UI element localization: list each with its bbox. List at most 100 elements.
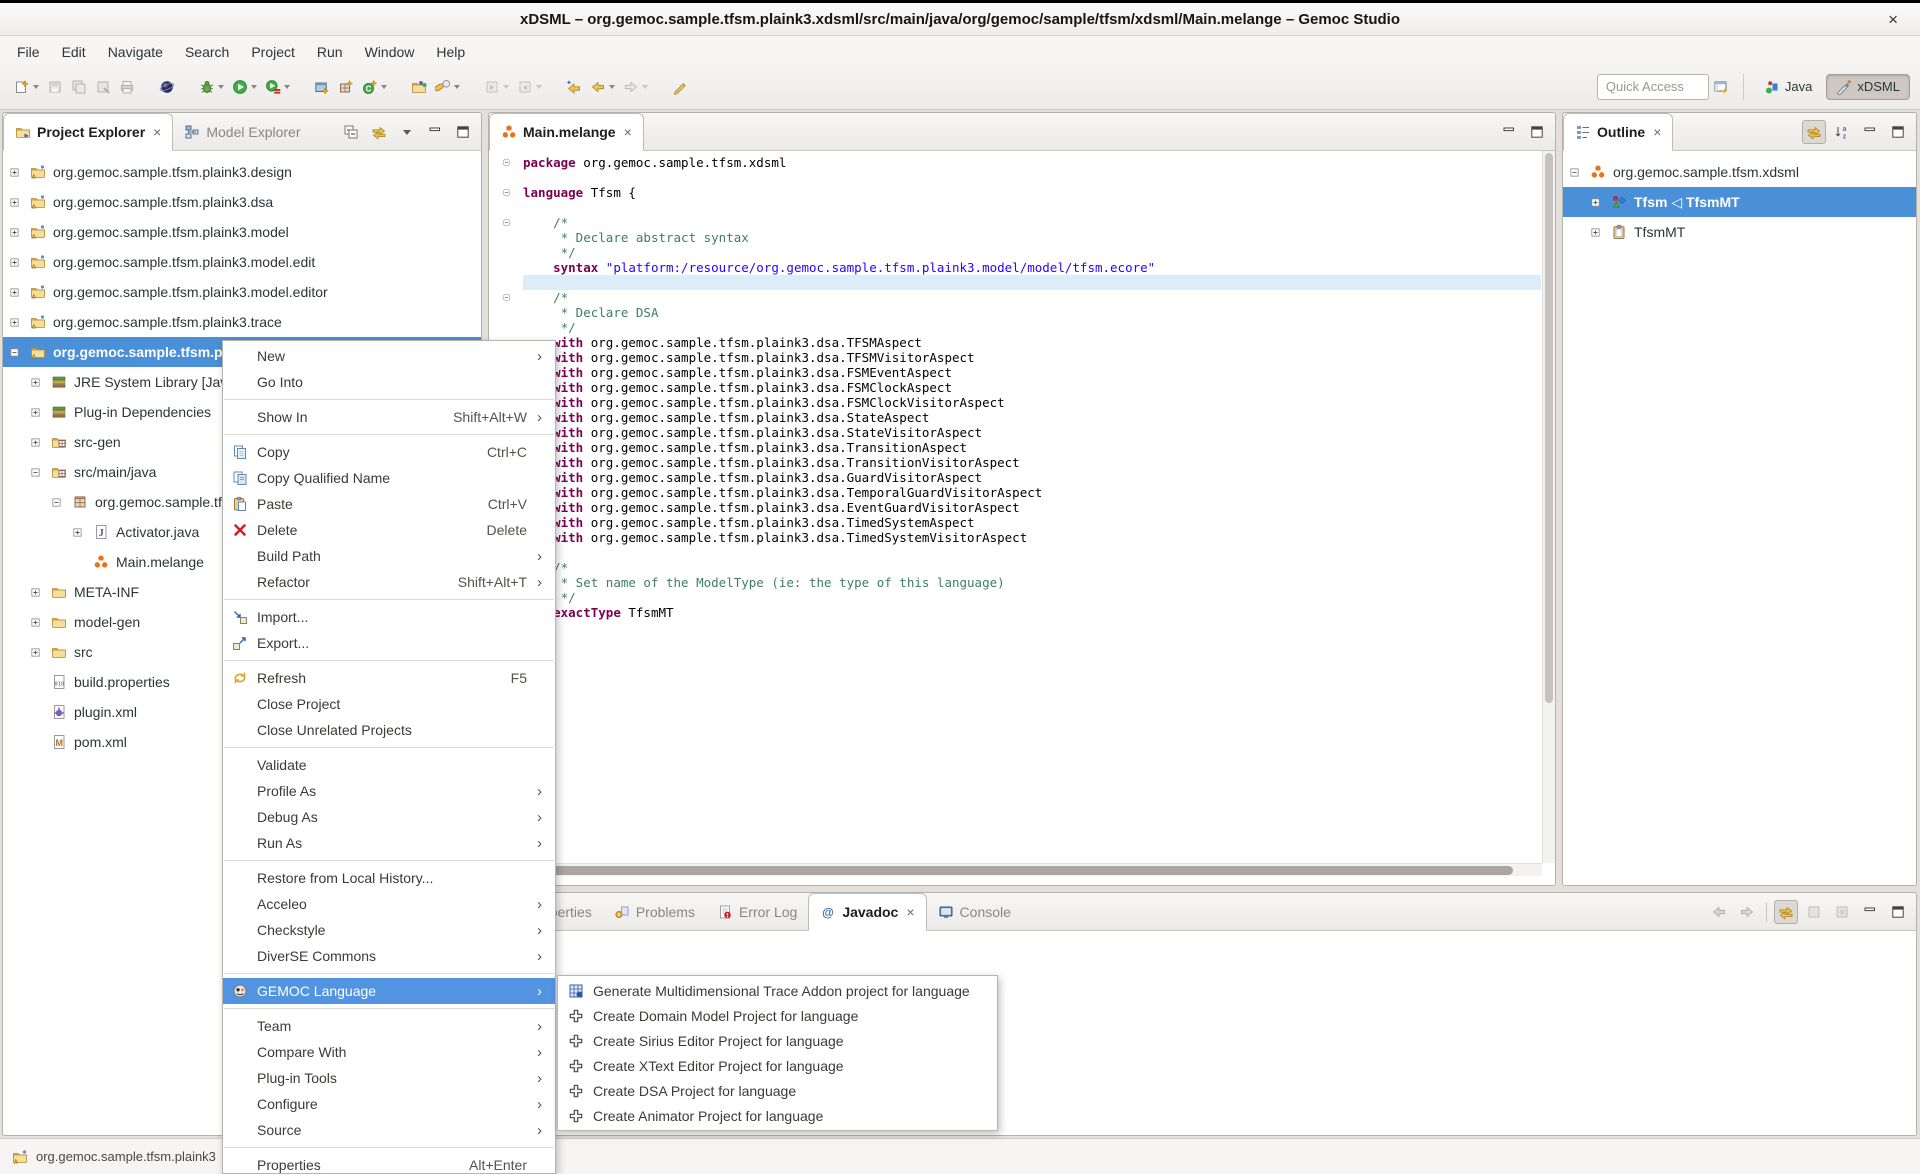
new-project-button[interactable]: [310, 72, 334, 102]
code-line-28[interactable]: /*: [489, 560, 1541, 575]
code-line-29[interactable]: * Set name of the ModelType (ie: the typ…: [489, 575, 1541, 590]
expander-plus-icon[interactable]: [9, 196, 26, 209]
context-menu-item-delete[interactable]: DeleteDelete: [223, 517, 555, 543]
perspective-button-java[interactable]: Java: [1754, 74, 1822, 100]
context-menu-item-close-project[interactable]: Close Project: [223, 691, 555, 717]
run-history-dropdown-chevron[interactable]: [284, 85, 290, 89]
new-wizard-button[interactable]: [10, 72, 43, 102]
fold-collapse-icon[interactable]: [489, 187, 523, 198]
context-menu-item-profile-as[interactable]: Profile As›: [223, 778, 555, 804]
outline-tab-outline[interactable]: Outline×: [1563, 113, 1673, 151]
code-line-5[interactable]: /*: [489, 215, 1541, 230]
menubar-item-search[interactable]: Search: [174, 41, 240, 63]
code-line-14[interactable]: with org.gemoc.sample.tfsm.plaink3.dsa.T…: [489, 350, 1541, 365]
submenu-item-create-sirius-editor-project-for-language[interactable]: Create Sirius Editor Project for languag…: [558, 1028, 997, 1053]
context-menu-item-refresh[interactable]: RefreshF5: [223, 665, 555, 691]
quick-access-input[interactable]: [1597, 74, 1709, 100]
back-button[interactable]: [586, 72, 619, 102]
code-line-30[interactable]: */: [489, 590, 1541, 605]
code-line-22[interactable]: with org.gemoc.sample.tfsm.plaink3.dsa.G…: [489, 470, 1541, 485]
tab-close-icon[interactable]: ×: [624, 124, 632, 140]
last-edit-location-button[interactable]: [562, 72, 586, 102]
back-dropdown-chevron[interactable]: [609, 85, 615, 89]
context-menu-item-build-path[interactable]: Build Path›: [223, 543, 555, 569]
view-tab-console[interactable]: Console: [927, 893, 1022, 930]
project-item-org-gemoc-sample-tfsm-plaink3-model-editor[interactable]: org.gemoc.sample.tfsm.plaink3.model.edit…: [3, 277, 481, 307]
context-menu-item-configure[interactable]: Configure›: [223, 1091, 555, 1117]
maximize-button[interactable]: [1525, 120, 1549, 144]
code-line-25[interactable]: with org.gemoc.sample.tfsm.plaink3.dsa.T…: [489, 515, 1541, 530]
context-menu-item-diverse-commons[interactable]: DiverSE Commons›: [223, 943, 555, 969]
submenu-item-create-dsa-project-for-language[interactable]: Create DSA Project for language: [558, 1078, 997, 1103]
explorer-tab-model-explorer[interactable]: Model Explorer: [173, 113, 311, 150]
code-line-8[interactable]: syntax "platform:/resource/org.gemoc.sam…: [489, 260, 1541, 275]
menubar-item-help[interactable]: Help: [425, 41, 476, 63]
context-menu-item-acceleo[interactable]: Acceleo›: [223, 891, 555, 917]
new-class-button[interactable]: C: [358, 72, 391, 102]
project-item-org-gemoc-sample-tfsm-plaink3-model[interactable]: org.gemoc.sample.tfsm.plaink3.model: [3, 217, 481, 247]
context-menu-item-export[interactable]: Export...: [223, 630, 555, 656]
code-line-20[interactable]: with org.gemoc.sample.tfsm.plaink3.dsa.T…: [489, 440, 1541, 455]
editor-horizontal-scrollbar[interactable]: [489, 863, 1542, 876]
minimize-button[interactable]: [423, 120, 447, 144]
vertical-scroll-thumb[interactable]: [1545, 153, 1553, 703]
editor-body[interactable]: package org.gemoc.sample.tfsm.xdsml langu…: [489, 151, 1555, 885]
code-line-24[interactable]: with org.gemoc.sample.tfsm.plaink3.dsa.E…: [489, 500, 1541, 515]
code-line-26[interactable]: with org.gemoc.sample.tfsm.plaink3.dsa.T…: [489, 530, 1541, 545]
expander-plus-icon[interactable]: [9, 166, 26, 179]
expander-plus-icon[interactable]: [72, 526, 89, 539]
code-line-6[interactable]: * Declare abstract syntax: [489, 230, 1541, 245]
mark-occurrences-button[interactable]: [668, 72, 692, 102]
expander-plus-icon[interactable]: [9, 256, 26, 269]
code-line-11[interactable]: * Declare DSA: [489, 305, 1541, 320]
menubar-item-project[interactable]: Project: [240, 41, 306, 63]
context-menu-item-compare-with[interactable]: Compare With›: [223, 1039, 555, 1065]
horizontal-scroll-thumb[interactable]: [493, 866, 1513, 875]
run-dropdown-chevron[interactable]: [251, 85, 257, 89]
forward-gray-button[interactable]: [1735, 900, 1759, 924]
project-item-org-gemoc-sample-tfsm-plaink3-trace[interactable]: org.gemoc.sample.tfsm.plaink3.trace: [3, 307, 481, 337]
disabled-box-button[interactable]: [1802, 900, 1826, 924]
code-line-9[interactable]: [489, 275, 1541, 290]
debug-button[interactable]: [195, 72, 228, 102]
expander-minus-icon[interactable]: [30, 466, 47, 479]
code-line-1[interactable]: package org.gemoc.sample.tfsm.xdsml: [489, 155, 1541, 170]
context-menu-item-go-into[interactable]: Go Into: [223, 369, 555, 395]
code-line-16[interactable]: with org.gemoc.sample.tfsm.plaink3.dsa.F…: [489, 380, 1541, 395]
perspective-button-xdsml[interactable]: xDSML: [1826, 74, 1910, 100]
view-menu-button[interactable]: [395, 120, 419, 144]
context-menu-item-debug-as[interactable]: Debug As›: [223, 804, 555, 830]
fold-collapse-icon[interactable]: [489, 292, 523, 303]
context-menu-item-close-unrelated-projects[interactable]: Close Unrelated Projects: [223, 717, 555, 743]
submenu-item-create-domain-model-project-for-language[interactable]: Create Domain Model Project for language: [558, 1003, 997, 1028]
code-line-18[interactable]: with org.gemoc.sample.tfsm.plaink3.dsa.S…: [489, 410, 1541, 425]
code-line-3[interactable]: language Tfsm {: [489, 185, 1541, 200]
maximize-button[interactable]: [1886, 900, 1910, 924]
menubar-item-edit[interactable]: Edit: [51, 41, 97, 63]
context-menu-item-copy[interactable]: CopyCtrl+C: [223, 439, 555, 465]
expander-plus-icon[interactable]: [30, 586, 47, 599]
expander-minus-icon[interactable]: [9, 346, 26, 359]
open-type-button[interactable]: [407, 72, 431, 102]
context-menu-item-plug-in-tools[interactable]: Plug-in Tools›: [223, 1065, 555, 1091]
code-line-12[interactable]: */: [489, 320, 1541, 335]
debug-dropdown-chevron[interactable]: [218, 85, 224, 89]
tab-close-icon[interactable]: ×: [153, 124, 161, 140]
code-line-23[interactable]: with org.gemoc.sample.tfsm.plaink3.dsa.T…: [489, 485, 1541, 500]
submenu-item-generate-multidimensional-trace-addon-project-for-language[interactable]: Generate Multidimensional Trace Addon pr…: [558, 978, 997, 1003]
maximize-button[interactable]: [451, 120, 475, 144]
code-line-13[interactable]: with org.gemoc.sample.tfsm.plaink3.dsa.T…: [489, 335, 1541, 350]
code-line-27[interactable]: [489, 545, 1541, 560]
minimize-button[interactable]: [1858, 900, 1882, 924]
world-button[interactable]: [155, 72, 179, 102]
expander-plus-icon[interactable]: [9, 226, 26, 239]
fold-collapse-icon[interactable]: [489, 217, 523, 228]
editor-vertical-scrollbar[interactable]: [1542, 151, 1555, 863]
expander-plus-icon[interactable]: [1590, 196, 1607, 209]
submenu-item-create-animator-project-for-language[interactable]: Create Animator Project for language: [558, 1103, 997, 1128]
new-class-dropdown-chevron[interactable]: [381, 85, 387, 89]
context-menu-item-restore-from-local-history[interactable]: Restore from Local History...: [223, 865, 555, 891]
context-menu-item-checkstyle[interactable]: Checkstyle›: [223, 917, 555, 943]
minimize-button[interactable]: [1497, 120, 1521, 144]
window-close-button[interactable]: ×: [1888, 10, 1898, 30]
